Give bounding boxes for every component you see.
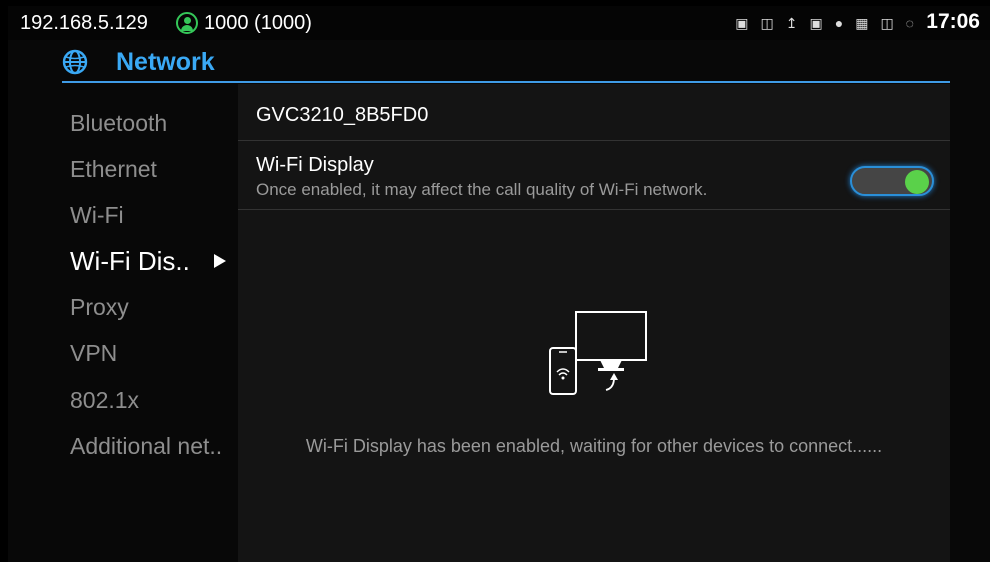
divider: [238, 209, 950, 210]
screen-mirroring-icon: [549, 311, 647, 395]
settings-sidebar: Bluetooth Ethernet Wi-Fi Wi-Fi Dis.. Pro…: [62, 84, 238, 562]
wifi-icon: ◌: [905, 15, 914, 31]
wifi-display-description: Once enabled, it may affect the call qua…: [256, 180, 708, 199]
device-name: GVC3210_8B5FD0: [256, 104, 429, 126]
sidebar-item-vpn[interactable]: VPN: [70, 340, 117, 367]
globe-icon: [62, 49, 88, 75]
sd-card-icon: ▦: [855, 15, 869, 31]
sidebar-item-additional-network[interactable]: Additional net..: [70, 433, 222, 460]
sidebar-item-wifi[interactable]: Wi-Fi: [70, 202, 124, 229]
divider: [238, 140, 950, 141]
network-sharing-icon: ◫: [760, 15, 774, 31]
wifi-display-toggle[interactable]: [850, 166, 934, 196]
sidebar-item-ethernet[interactable]: Ethernet: [70, 156, 157, 183]
status-icons: ▣ ◫ ↥ ▣ ● ▦ ◫ ◌: [735, 12, 914, 34]
sidebar-item-proxy[interactable]: Proxy: [70, 294, 129, 321]
sidebar-item-bluetooth[interactable]: Bluetooth: [70, 110, 167, 137]
location-icon: ●: [834, 15, 844, 31]
account-label: 1000 (1000): [204, 11, 312, 34]
toggle-knob: [905, 170, 929, 194]
content-panel: GVC3210_8B5FD0 Wi-Fi Display Once enable…: [238, 84, 950, 562]
header-divider: [62, 81, 950, 83]
screen: 192.168.5.129 1000 (1000) ▣ ◫ ↥ ▣ ● ▦ ◫ …: [8, 6, 990, 562]
ip-address: 192.168.5.129: [20, 12, 148, 34]
ethernet-icon: ◫: [880, 15, 894, 31]
wifi-display-title: Wi-Fi Display: [256, 154, 374, 176]
image-icon: ▣: [735, 15, 749, 31]
page-title: Network: [116, 48, 215, 76]
clock: 17:06: [926, 10, 980, 33]
page-header: Network: [62, 44, 950, 84]
lock-icon: ▣: [809, 15, 823, 31]
upload-icon: ↥: [785, 15, 798, 31]
status-bar: 192.168.5.129 1000 (1000) ▣ ◫ ↥ ▣ ● ▦ ◫ …: [8, 6, 990, 40]
wifi-display-status-message: Wi-Fi Display has been enabled, waiting …: [305, 436, 883, 456]
sidebar-item-wifi-display[interactable]: Wi-Fi Dis..: [70, 246, 190, 277]
presence-icon: [176, 12, 198, 34]
account-status: 1000 (1000): [176, 10, 312, 36]
sidebar-item-8021x[interactable]: 802.1x: [70, 387, 139, 414]
selected-arrow-icon: [214, 254, 226, 268]
